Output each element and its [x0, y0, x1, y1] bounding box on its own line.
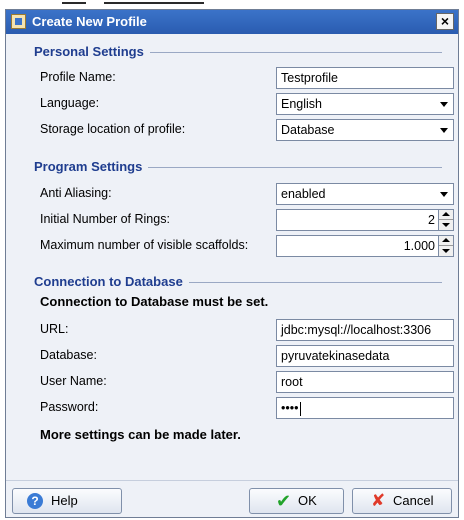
dialog-title: Create New Profile — [32, 14, 147, 29]
spinner-up-button[interactable] — [439, 210, 453, 220]
password-label: Password: — [40, 400, 99, 414]
database-input[interactable]: pyruvatekinasedata — [276, 345, 454, 367]
user-name-label: User Name: — [40, 374, 107, 388]
ok-button-label: OK — [298, 493, 317, 508]
close-icon: × — [440, 13, 450, 29]
arrow-up-icon — [442, 238, 450, 242]
spinner-buttons — [438, 210, 453, 230]
section-heading: Personal Settings — [34, 44, 150, 59]
password-input[interactable]: •••• — [276, 397, 454, 419]
section-program-settings: Program Settings — [34, 159, 442, 175]
anti-aliasing-select[interactable]: enabled — [276, 183, 454, 205]
spinner-up-button[interactable] — [439, 236, 453, 246]
create-profile-dialog: Create New Profile × Personal Settings P… — [5, 9, 459, 518]
database-label: Database: — [40, 348, 97, 362]
x-icon: ✘ — [371, 491, 386, 510]
section-heading: Connection to Database — [34, 274, 189, 289]
chevron-down-icon — [440, 192, 448, 197]
password-mask: •••• — [281, 401, 299, 415]
strip-segment — [104, 2, 204, 4]
ok-button[interactable]: ✔ OK — [249, 488, 344, 514]
profile-name-input[interactable]: Testprofile — [276, 67, 454, 89]
arrow-down-icon — [442, 223, 450, 227]
anti-aliasing-label: Anti Aliasing: — [40, 186, 112, 200]
arrow-up-icon — [442, 212, 450, 216]
cancel-button-label: Cancel — [393, 493, 434, 508]
arrow-down-icon — [442, 249, 450, 253]
help-icon: ? — [27, 493, 43, 509]
section-personal-settings: Personal Settings — [34, 44, 442, 60]
initial-rings-value: 2 — [428, 213, 435, 227]
spinner-down-button[interactable] — [439, 246, 453, 256]
cancel-button[interactable]: ✘ Cancel — [352, 488, 452, 514]
text-caret — [299, 401, 301, 416]
anti-aliasing-selected-value: enabled — [281, 187, 326, 201]
help-button[interactable]: ? Help — [12, 488, 122, 514]
profile-name-label: Profile Name: — [40, 70, 116, 84]
strip-segment — [62, 2, 86, 4]
close-button[interactable]: × — [436, 13, 454, 30]
max-scaffolds-spinner[interactable]: 1.000 — [276, 235, 454, 257]
max-scaffolds-value: 1.000 — [403, 239, 435, 253]
spinner-buttons — [438, 236, 453, 256]
language-selected-value: English — [281, 97, 322, 111]
initial-rings-label: Initial Number of Rings: — [40, 212, 170, 226]
max-scaffolds-label: Maximum number of visible scaffolds: — [40, 238, 249, 252]
more-settings-note: More settings can be made later. — [40, 427, 241, 442]
storage-location-select[interactable]: Database — [276, 119, 454, 141]
java-app-icon — [11, 14, 26, 29]
help-button-label: Help — [51, 493, 78, 508]
chevron-down-icon — [440, 102, 448, 107]
language-label: Language: — [40, 96, 100, 110]
chevron-down-icon — [440, 128, 448, 133]
url-input[interactable]: jdbc:mysql://localhost:3306 — [276, 319, 454, 341]
initial-rings-spinner[interactable]: 2 — [276, 209, 454, 231]
section-heading: Program Settings — [34, 159, 149, 174]
title-bar[interactable]: Create New Profile × — [6, 10, 458, 34]
storage-location-label: Storage location of profile: — [40, 122, 186, 136]
button-bar: ? Help ✔ OK ✘ Cancel — [6, 480, 458, 517]
url-label: URL: — [40, 322, 69, 336]
section-connection-to-database: Connection to Database — [34, 274, 442, 290]
spinner-down-button[interactable] — [439, 220, 453, 230]
language-select[interactable]: English — [276, 93, 454, 115]
storage-selected-value: Database — [281, 123, 335, 137]
user-name-input[interactable]: root — [276, 371, 454, 393]
desktop-strip — [0, 0, 464, 6]
connection-required-notice: Connection to Database must be set. — [40, 294, 269, 309]
checkmark-icon: ✔ — [276, 491, 292, 511]
